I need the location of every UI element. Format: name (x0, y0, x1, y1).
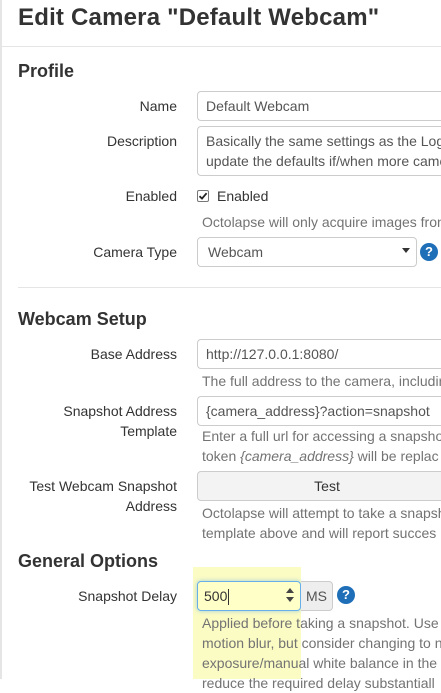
section-divider (18, 287, 441, 288)
enabled-label: Enabled (125, 188, 177, 204)
camera-type-value: Webcam (208, 244, 263, 260)
token-prefix: token (202, 448, 241, 464)
section-heading-general-options: General Options (18, 551, 159, 571)
test-snapshot-label-line-1: Test Webcam Snapshot (29, 478, 177, 494)
snapshot-delay-label: Snapshot Delay (78, 588, 177, 604)
description-label: Description (106, 133, 177, 149)
name-label: Name (139, 98, 177, 114)
spin-up-icon[interactable] (286, 588, 294, 593)
snapshot-address-label-line-1: Snapshot Address (63, 403, 177, 419)
base-address-help-text: The full address to the camera, includir (202, 373, 441, 389)
enabled-checkbox-label[interactable]: Enabled (217, 186, 268, 206)
camera-type-label: Camera Type (93, 244, 177, 260)
camera-address-token: {camera_address} (240, 448, 354, 464)
base-address-label: Base Address (90, 346, 177, 362)
snapshot-delay-value: 500 (204, 588, 228, 604)
number-spinner[interactable] (286, 588, 294, 604)
question-circle-icon[interactable]: ? (337, 586, 355, 604)
snapshot-address-input[interactable]: {camera_address}?action=snapshot (197, 396, 441, 426)
base-address-input[interactable]: http://127.0.0.1:8080/ (197, 339, 441, 369)
check-icon (198, 192, 208, 200)
page-title: Edit Camera "Default Webcam" (18, 4, 380, 31)
snapshot-delay-input[interactable]: 500 (197, 581, 301, 611)
text-cursor (228, 589, 230, 606)
section-heading-webcam-setup: Webcam Setup (18, 309, 147, 329)
snapshot-delay-unit: MS (301, 581, 333, 611)
question-circle-icon[interactable]: ? (420, 243, 438, 261)
delay-help-line-3: exposure/manual white balance in the (202, 655, 438, 671)
section-heading-profile: Profile (18, 61, 75, 81)
name-input[interactable]: Default Webcam (197, 91, 441, 121)
test-help-line-1: Octolapse will attempt to take a snapsh (202, 505, 441, 521)
snapshot-address-label-line-2: Template (120, 423, 177, 439)
test-button[interactable]: Test (197, 471, 441, 501)
token-suffix: will be replac (353, 448, 439, 464)
delay-help-line-1: Applied before taking a snapshot. Use (202, 615, 439, 631)
snapshot-address-help-line-2: token {camera_address} will be replac (202, 446, 439, 466)
snapshot-address-help-line-1: Enter a full url for accessing a snapsho (202, 428, 441, 444)
enabled-help-text: Octolapse will only acquire images fron (202, 214, 441, 230)
spin-down-icon[interactable] (286, 597, 294, 602)
description-line-1: Basically the same settings as the Log (206, 133, 441, 149)
description-line-2: update the defaults if/when more came (206, 153, 441, 169)
test-help-line-2: template above and will report succes (202, 525, 437, 541)
left-border (0, 0, 2, 679)
enabled-checkbox[interactable] (197, 190, 209, 202)
test-snapshot-label-line-2: Address (125, 498, 177, 514)
camera-type-select[interactable]: Webcam (197, 237, 417, 267)
delay-help-line-4: reduce the required delay substantiall (202, 675, 435, 691)
title-divider (0, 46, 441, 47)
chevron-down-icon (402, 248, 410, 253)
delay-help-line-2: motion blur, but consider changing to n (202, 635, 441, 651)
description-textarea[interactable]: Basically the same settings as the Log u… (197, 126, 441, 176)
